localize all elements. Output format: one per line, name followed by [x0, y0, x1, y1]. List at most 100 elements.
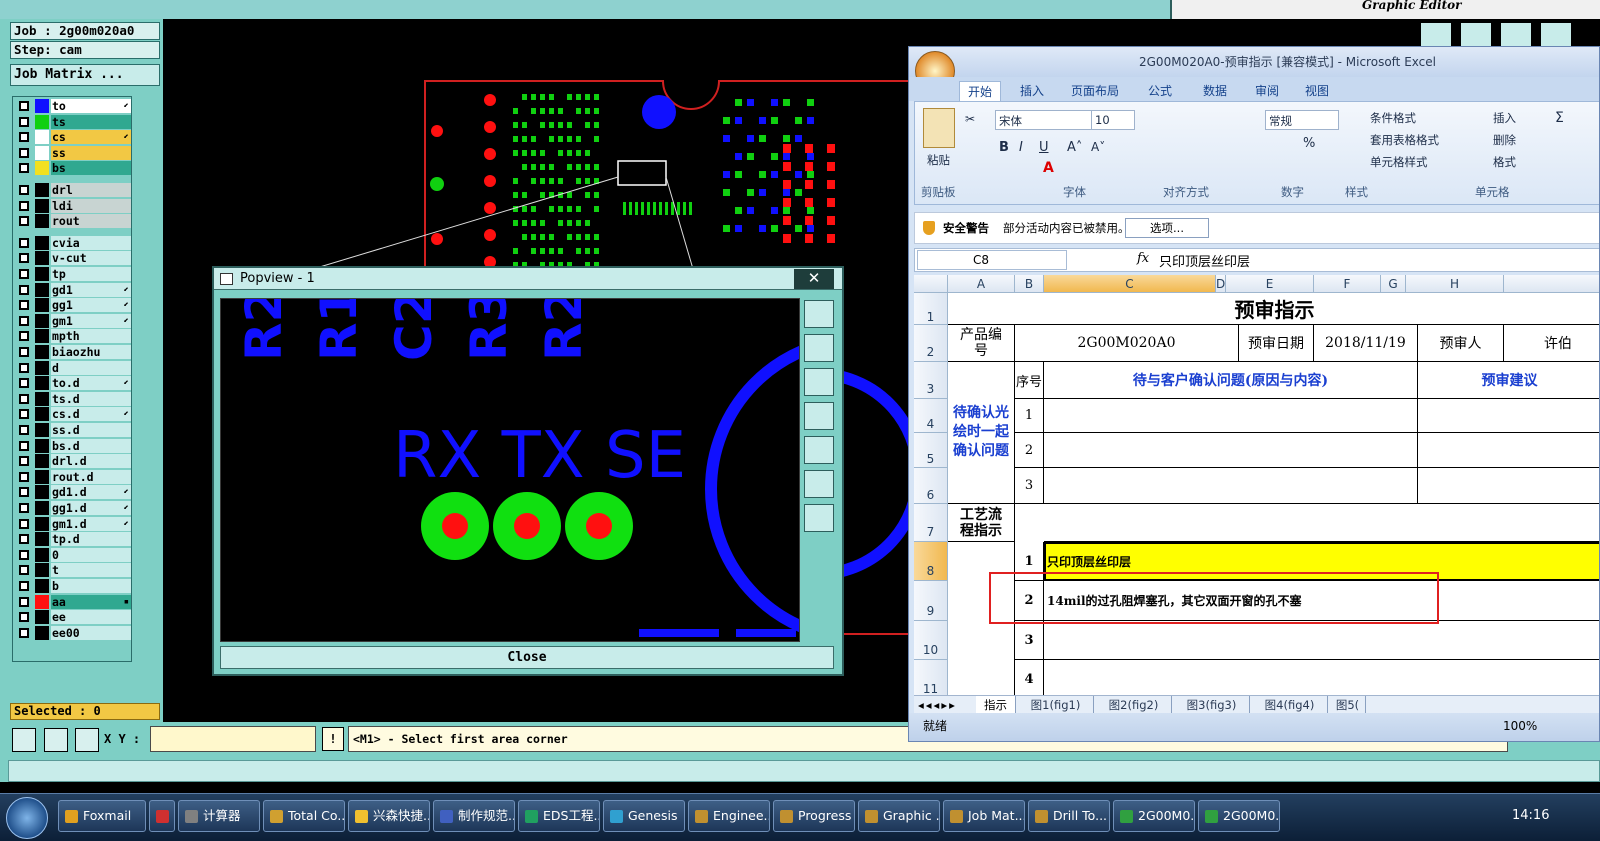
layer-color-swatch[interactable] [35, 625, 49, 640]
layer-color-swatch[interactable] [35, 99, 49, 113]
column-header[interactable]: C [1044, 275, 1216, 293]
layer-color-swatch[interactable] [35, 438, 49, 453]
layer-color-swatch[interactable] [35, 407, 49, 422]
sheet-nav-arrows[interactable]: ◂◂◂▸▸ [918, 696, 957, 714]
cell-style-button[interactable]: 单元格样式 [1370, 154, 1428, 170]
layer-row-t[interactable]: t [15, 563, 131, 578]
taskbar-item[interactable]: 兴森快捷... [348, 800, 430, 832]
cut-icon[interactable]: ✂ [965, 112, 975, 126]
row-header[interactable]: 8 [914, 542, 948, 581]
layer-color-swatch[interactable] [35, 579, 49, 593]
font-size-select[interactable]: 10 [1091, 110, 1135, 130]
row-header[interactable]: 11 [914, 660, 948, 695]
advice-header[interactable]: 预审建议 [1418, 362, 1599, 399]
layer-color-swatch[interactable] [35, 469, 49, 484]
layer-row-ss[interactable]: ss [15, 145, 131, 160]
layer-checkbox[interactable] [19, 216, 29, 227]
process-item-text[interactable] [1044, 660, 1599, 695]
measure-button[interactable] [44, 728, 68, 752]
layer-row-rout-d[interactable]: rout.d [15, 469, 131, 484]
layer-row-v-cut[interactable]: v-cut [15, 251, 131, 266]
layer-checkbox[interactable] [19, 101, 29, 111]
layer-row-gm1[interactable]: gm1 ⬋ [15, 313, 131, 328]
layer-row-to-d[interactable]: to.d ⬋ [15, 376, 131, 391]
issue-advice[interactable] [1418, 399, 1599, 433]
layer-row-gg1[interactable]: gg1 ⬋ [15, 298, 131, 313]
issue-number[interactable]: 3 [1015, 468, 1044, 504]
sheet-tab[interactable]: 指示 [976, 696, 1016, 714]
zoom-level[interactable]: 100% [1503, 714, 1537, 738]
popview-zoom-out-button[interactable] [804, 504, 834, 532]
taskbar-item[interactable]: 制作规范... [433, 800, 515, 832]
taskbar-item[interactable]: Drill To... [1028, 800, 1110, 832]
reviewer-label[interactable]: 预审人 [1418, 325, 1504, 362]
row-header[interactable]: 2 [914, 325, 948, 362]
spreadsheet-grid[interactable]: A B C D E F G H 1 2 3 4 5 6 7 8 9 10 11 预审指示 产品编号 2G00M020A0 预… [914, 275, 1599, 695]
layer-color-swatch[interactable] [35, 423, 49, 437]
sheet-tab[interactable]: 图5( [1330, 696, 1366, 714]
taskbar-item[interactable]: Foxmail [58, 800, 146, 832]
taskbar-item[interactable]: Graphic ... [858, 800, 940, 832]
popview-canvas[interactable]: R2 R1 C2 R3 R2 RX TX SE [220, 298, 800, 642]
paste-icon[interactable] [923, 108, 955, 148]
underline-button[interactable]: U [1039, 140, 1049, 155]
popview-zoom-in-button[interactable] [804, 470, 834, 498]
taskbar-item[interactable] [149, 800, 175, 832]
column-header[interactable]: G [1381, 275, 1406, 293]
layer-color-swatch[interactable] [35, 161, 49, 176]
taskbar-item[interactable]: Genesis [603, 800, 685, 832]
seq-header[interactable]: 序号 [1015, 362, 1044, 399]
select-all-corner[interactable] [914, 275, 948, 293]
layer-checkbox[interactable] [19, 284, 29, 295]
layer-row-tp[interactable]: tp [15, 267, 131, 281]
popview-pan-down-button[interactable] [804, 368, 834, 396]
taskbar-item[interactable]: Job Mat... [943, 800, 1025, 832]
layer-row-tp-d[interactable]: tp.d [15, 532, 131, 547]
product-label[interactable]: 产品编号 [948, 325, 1015, 362]
layer-row-rout[interactable]: rout [15, 214, 131, 229]
ribbon-tab-0[interactable]: 开始 [959, 81, 1002, 101]
process-label[interactable]: 工艺流程指示 [948, 504, 1015, 542]
column-header-overflow[interactable] [1504, 275, 1599, 293]
issue-number[interactable]: 2 [1015, 433, 1044, 468]
layer-checkbox[interactable] [19, 581, 29, 591]
layer-row-b[interactable]: b [15, 579, 131, 593]
wizard-icon[interactable] [1540, 22, 1572, 48]
sheet-tab[interactable]: 图1(fig1) [1018, 696, 1094, 714]
sum-icon[interactable]: Σ [1555, 110, 1564, 126]
layer-checkbox[interactable] [19, 471, 29, 482]
excel-title-bar[interactable]: 2G00M020A0-预审指示 [兼容模式] - Microsoft Excel [909, 47, 1599, 77]
layer-color-swatch[interactable] [35, 267, 49, 281]
layer-checkbox[interactable] [19, 612, 29, 623]
layer-color-swatch[interactable] [35, 235, 49, 250]
layer-row-drl[interactable]: drl [15, 183, 131, 197]
layer-color-swatch[interactable] [35, 198, 49, 213]
insert-cells-button[interactable]: 插入 [1493, 110, 1516, 126]
layer-row-gd1[interactable]: gd1 ⬋ [15, 282, 131, 297]
issue-content[interactable] [1044, 433, 1418, 468]
layer-row-mpth[interactable]: mpth [15, 329, 131, 344]
save-icon[interactable] [1460, 22, 1492, 48]
percent-button[interactable]: % [1303, 136, 1315, 151]
layer-color-swatch[interactable] [35, 282, 49, 297]
ribbon-tab-1[interactable]: 插入 [1012, 81, 1052, 101]
process-blank[interactable] [1044, 504, 1599, 542]
layer-checkbox[interactable] [19, 116, 29, 127]
layer-color-swatch[interactable] [35, 532, 49, 547]
layer-row-gm1-d[interactable]: gm1.d ⬋ [15, 516, 131, 531]
layer-color-swatch[interactable] [35, 145, 49, 160]
reviewer-value[interactable]: 许伯 [1504, 325, 1599, 362]
popview-pan-right-button[interactable] [804, 436, 834, 464]
layer-color-swatch[interactable] [35, 501, 49, 515]
column-header[interactable]: F [1314, 275, 1381, 293]
ribbon-tab-4[interactable]: 数据 [1195, 81, 1235, 101]
layer-color-swatch[interactable] [35, 391, 49, 406]
taskbar-item[interactable]: 计算器 [178, 800, 260, 832]
taskbar-item[interactable]: EDS工程... [518, 800, 600, 832]
pending-label[interactable]: 待确认光绘时一起确认问题 [948, 362, 1015, 504]
row-header[interactable]: 3 [914, 362, 948, 399]
layer-checkbox[interactable] [19, 378, 29, 389]
layer-color-swatch[interactable] [35, 114, 49, 129]
layer-checkbox[interactable] [19, 487, 29, 498]
conditional-format-button[interactable]: 条件格式 [1370, 110, 1416, 126]
